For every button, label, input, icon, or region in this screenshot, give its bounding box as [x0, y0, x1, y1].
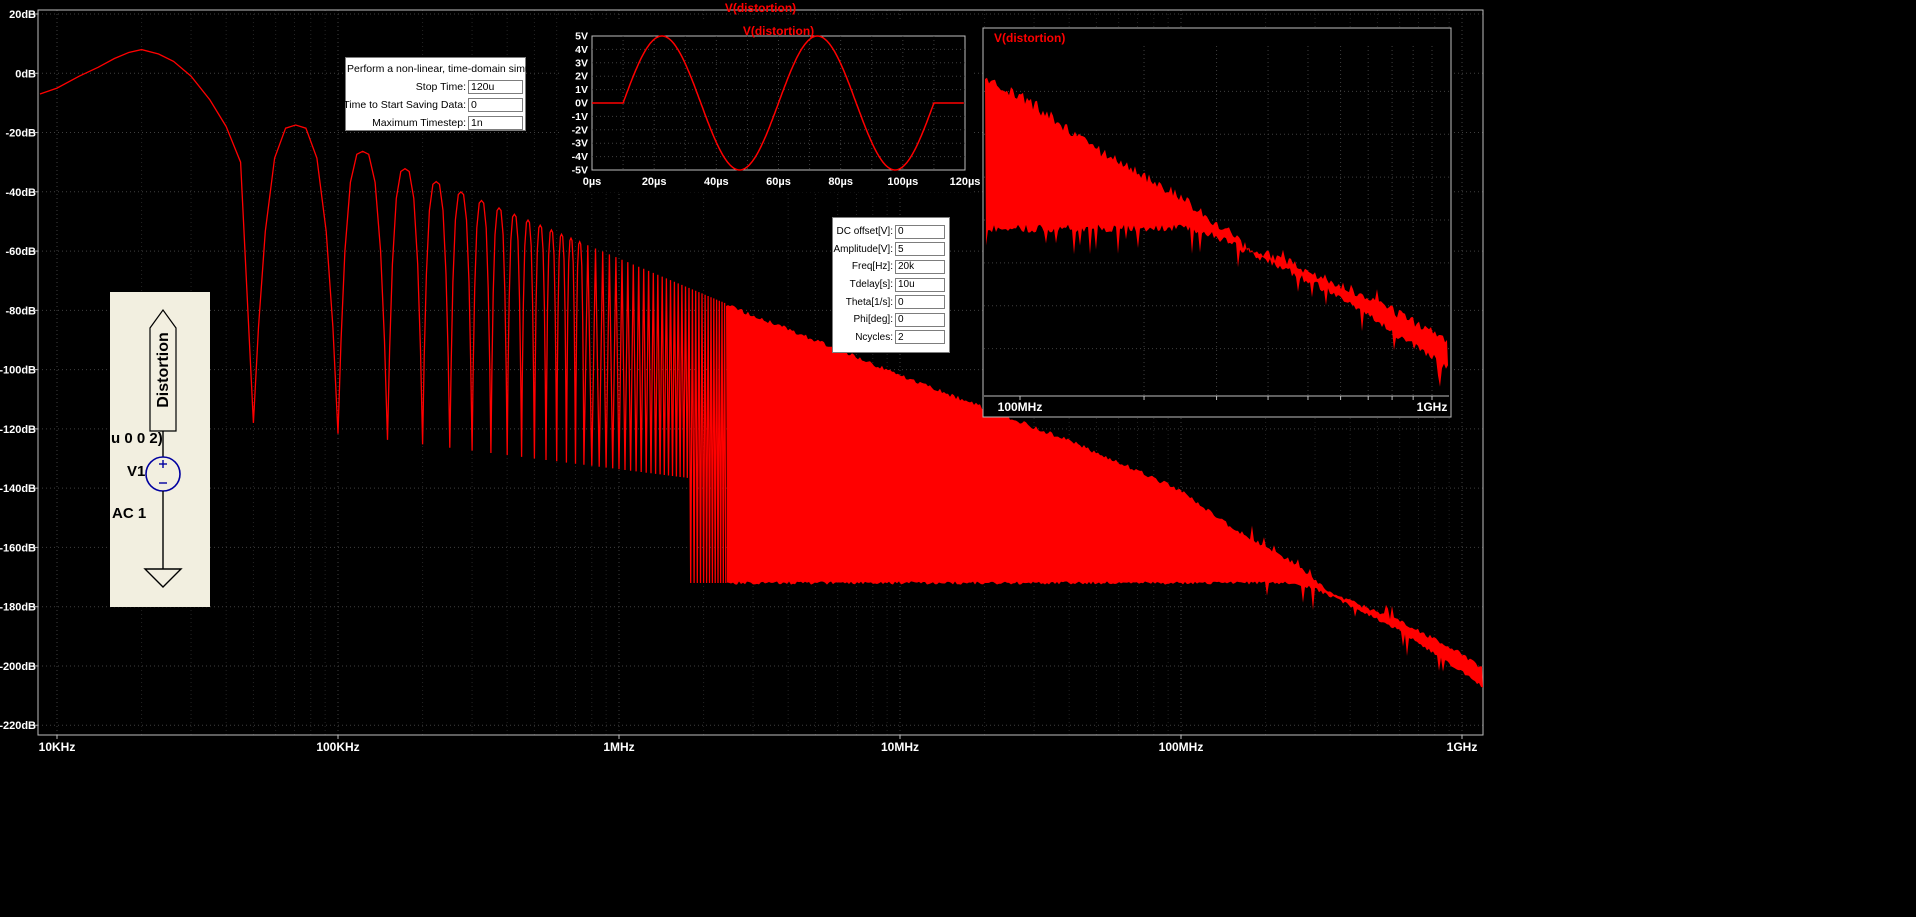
schematic-canvas[interactable]: Distortion u 0 0 2) V1 AC 1: [110, 292, 210, 607]
ncycles-label: Ncycles:: [855, 331, 893, 343]
tdelay-label: Tdelay[s]:: [849, 279, 893, 291]
main-y-tick-label: -120dB: [0, 424, 36, 436]
time-y-tick-label: 4V: [575, 44, 588, 56]
time-inset: 5V4V3V 2V1V 0V-1V-2V -3V-4V -5V0µs 20µs 40µs 60…: [562, 20, 980, 192]
ncycles-row: Ncycles:: [833, 329, 949, 347]
sim-command-dialog: Perform a non-linear, time-domain simula…: [343, 57, 559, 132]
start-saving-row: Time to Start Saving Data:: [343, 96, 525, 114]
time-x-tick-label: 40µs: [704, 176, 729, 188]
time-x-tick-label: 120µs: [950, 176, 981, 188]
start-saving-label: Time to Start Saving Data:: [343, 99, 466, 111]
phi-label: Phi[deg]:: [853, 314, 893, 326]
time-inset-title: V(distortion): [742, 24, 815, 38]
theta-row: Theta[1/s]:: [833, 293, 949, 311]
start-saving-input[interactable]: [468, 98, 523, 112]
amplitude-row: Amplitude[V]:: [833, 241, 949, 259]
stop-time-input[interactable]: [468, 80, 523, 94]
main-y-tick-label: -40dB: [5, 187, 36, 199]
zoom-x-tick-label: 1GHz: [1417, 400, 1448, 414]
theta-input[interactable]: [895, 295, 945, 310]
spice-directive-fragment: u 0 0 2): [111, 430, 163, 447]
main-y-tick-label: -180dB: [0, 602, 36, 614]
time-x-tick-label: 100µs: [887, 176, 918, 188]
time-x-tick-label: 20µs: [642, 176, 667, 188]
ncycles-input[interactable]: [895, 330, 945, 345]
tdelay-row: Tdelay[s]:: [833, 276, 949, 294]
zoom-inset: 100MHz 1GHz: [982, 27, 1452, 418]
amplitude-input[interactable]: [895, 242, 945, 257]
dc-offset-label: DC offset[V]:: [836, 226, 893, 238]
phi-row: Phi[deg]:: [833, 311, 949, 329]
main-x-tick-label: 10MHz: [881, 740, 919, 754]
main-x-tick-label: 1GHz: [1447, 740, 1478, 754]
sine-params-dialog: DC offset[V]: Amplitude[V]: Freq[Hz]: Td…: [832, 217, 950, 353]
stop-time-label: Stop Time:: [415, 81, 466, 93]
main-y-tick-label: -200dB: [0, 661, 36, 673]
sim-dialog-heading: Perform a non-linear, time-domain simula…: [347, 63, 559, 75]
time-y-tick-label: -1V: [572, 111, 588, 123]
ltspice-window: 20dB 0dB -20dB -40dB -60dB -80dB -100dB -120dB -…: [0, 0, 1916, 917]
main-y-tick-label: -220dB: [0, 720, 36, 732]
main-x-tick-label: 1MHz: [603, 740, 634, 754]
dc-offset-input[interactable]: [895, 224, 945, 239]
ground-symbol[interactable]: [143, 568, 183, 588]
component-value[interactable]: AC 1: [112, 505, 146, 522]
dc-offset-row: DC offset[V]:: [833, 223, 949, 241]
tdelay-input[interactable]: [895, 277, 945, 292]
main-y-tick-label: -20dB: [5, 128, 36, 140]
theta-label: Theta[1/s]:: [845, 296, 893, 308]
main-plot-title: V(distortion): [724, 1, 797, 15]
time-y-tick-label: -3V: [572, 138, 588, 150]
time-y-tick-label: -4V: [572, 151, 588, 163]
main-x-tick-label: 100KHz: [316, 740, 359, 754]
time-y-tick-label: 1V: [575, 84, 588, 96]
max-timestep-input[interactable]: [468, 116, 523, 130]
time-x-tick-label: 0µs: [583, 176, 602, 188]
main-x-tick-label: 100MHz: [1159, 740, 1204, 754]
amplitude-label: Amplitude[V]:: [833, 243, 893, 255]
max-timestep-row: Maximum Timestep:: [346, 114, 525, 132]
component-reference[interactable]: V1: [127, 463, 145, 480]
time-x-tick-label: 80µs: [828, 176, 853, 188]
main-y-tick-label: 0dB: [15, 68, 36, 80]
main-y-tick-label: -60dB: [5, 246, 36, 258]
time-y-tick-label: 0V: [575, 98, 588, 110]
main-y-tick-label: -80dB: [5, 305, 36, 317]
main-y-tick-label: 20dB: [9, 9, 36, 21]
freq-label: Freq[Hz]:: [851, 261, 893, 273]
freq-row: Freq[Hz]:: [833, 258, 949, 276]
time-y-tick-label: 3V: [575, 57, 588, 69]
time-y-tick-label: 5V: [575, 31, 588, 43]
main-y-tick-label: -100dB: [0, 365, 36, 377]
schematic-panel: Distortion u 0 0 2) V1 AC 1: [110, 292, 210, 607]
main-x-tick-label: 10KHz: [39, 740, 76, 754]
zoom-inset-title: V(distortion): [994, 31, 1066, 45]
main-y-tick-label: -140dB: [0, 483, 36, 495]
phi-input[interactable]: [895, 312, 945, 327]
freq-input[interactable]: [895, 259, 945, 274]
time-y-tick-label: 2V: [575, 71, 588, 83]
time-x-tick-label: 60µs: [766, 176, 791, 188]
time-y-tick-label: -2V: [572, 124, 588, 136]
time-y-tick-label: -5V: [572, 165, 588, 177]
zoom-x-tick-label: 100MHz: [998, 400, 1043, 414]
max-timestep-label: Maximum Timestep:: [372, 117, 466, 129]
waveform-viewer-canvas[interactable]: 20dB 0dB -20dB -40dB -60dB -80dB -100dB -120dB -…: [0, 0, 1916, 917]
stop-time-row: Stop Time:: [346, 78, 525, 96]
net-label-text[interactable]: Distortion: [155, 332, 172, 408]
main-y-tick-label: -160dB: [0, 542, 36, 554]
